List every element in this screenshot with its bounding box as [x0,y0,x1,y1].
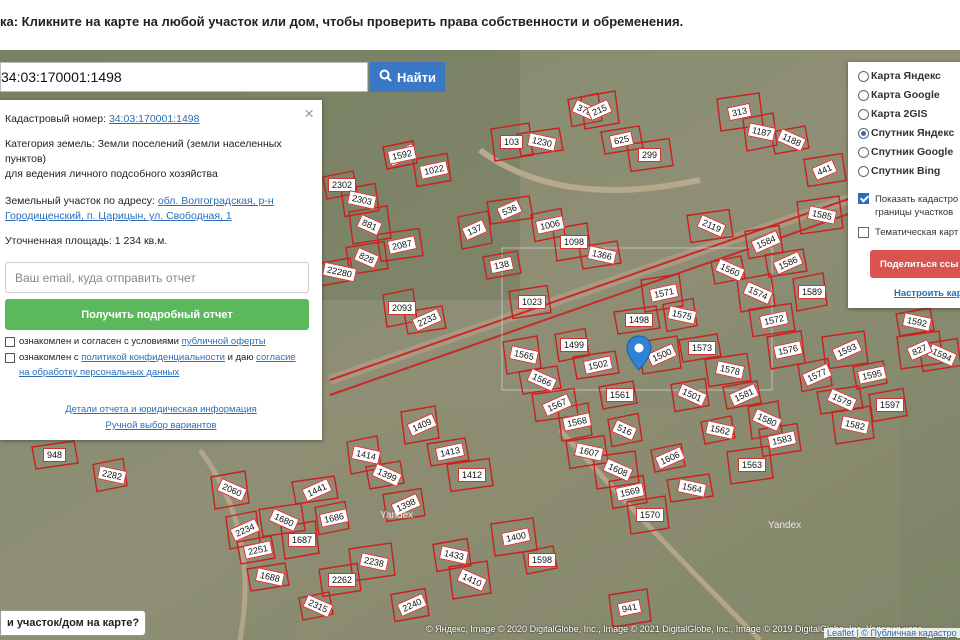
consent-text: ознакомлен с [19,352,79,363]
layer-label: Карта Google [871,89,940,101]
leaflet-link[interactable]: Leaflet | © Публичная кадастро [827,628,957,638]
data-processing-link[interactable]: на обработку персональных данных [19,367,179,378]
option-label: Тематическая карт [875,227,959,238]
layer-option-google-map[interactable]: Карта Google [858,89,940,101]
category-line: Категория земель: Земли поселений (земли… [5,138,282,150]
plot-number-label[interactable]: 1598 [528,553,557,567]
show-cadastre-toggle[interactable]: Показать кадастро границы участков [858,193,958,219]
offer-consent-label: ознакомлен и согласен с условиями публич… [19,334,266,349]
report-details-link[interactable]: Детали отчета и юридическая информация [65,404,257,415]
land-category: Категория земель: Земли поселений (земли… [5,137,282,182]
privacy-consent-label: ознакомлен с политикой конфиденциальност… [19,350,314,380]
plot-number-label[interactable]: 1597 [876,398,905,412]
plot-info-panel: × Кадастровый номер: 34:03:170001:1498 К… [0,100,322,440]
consent-text: и даю [227,352,254,363]
plot-number-label[interactable]: 1098 [560,235,589,249]
category-line: для ведения личного подсобного хозяйства [5,168,218,180]
plot-number-label[interactable]: 1498 [625,313,654,327]
radio-icon[interactable] [858,89,869,101]
cadastral-search-input[interactable] [0,62,368,92]
layer-label: Спутник Яндекс [871,127,955,139]
layer-option-yandex-satellite[interactable]: Спутник Яндекс [858,127,954,139]
yandex-watermark: Yandex [768,520,802,531]
leaflet-attribution: Leaflet | © Публичная кадастро [824,628,960,638]
checkbox-icon[interactable] [858,227,869,238]
close-icon[interactable]: × [304,104,314,124]
layer-option-2gis-map[interactable]: Карта 2GIS [858,108,927,120]
hint-text: ка: Кликните на карте на любой участок и… [0,14,684,29]
address-link[interactable]: обл. Волгоградская, р-н [158,195,274,207]
address-label: Земельный участок по адресу: [5,195,155,207]
layer-option-yandex-map[interactable]: Карта Яндекс [858,70,941,82]
layer-option-google-satellite[interactable]: Спутник Google [858,146,953,158]
radio-icon[interactable] [858,70,869,82]
layer-label: Карта 2GIS [871,108,928,120]
plot-number-label[interactable]: 1412 [458,468,487,482]
cadastral-number-row: Кадастровый номер: 34:03:170001:1498 [5,112,199,127]
plot-number-label[interactable]: 948 [43,448,67,462]
area-text: Уточненная площадь: 1 234 кв.м. [5,235,168,247]
plot-number-label[interactable]: 103 [500,135,524,149]
layer-option-bing-satellite[interactable]: Спутник Bing [858,165,940,177]
find-plot-question[interactable]: и участок/дом на карте? [0,610,147,636]
search-button-label: Найти [397,69,436,85]
plot-number-label[interactable]: 1561 [606,388,635,402]
details-link-row: Детали отчета и юридическая информация [0,404,322,415]
layer-label: Спутник Google [871,146,954,158]
radio-selected-icon[interactable] [858,127,869,139]
privacy-consent-checkbox[interactable] [5,353,15,363]
radio-icon[interactable] [858,165,869,177]
manual-selection-link[interactable]: Ручной выбор вариантов [106,420,217,431]
plot-number-label[interactable]: 1687 [288,533,317,547]
radio-icon[interactable] [858,108,869,120]
option-label: Показать кадастро [875,194,959,205]
offer-consent-checkbox[interactable] [5,337,15,347]
plot-number-label[interactable]: 1589 [798,285,827,299]
address-link[interactable]: Городищенский, п. Царицын, ул. Свободная… [5,209,274,224]
thematic-map-toggle[interactable]: Тематическая карт [858,227,958,238]
category-line: пунктов) [5,153,47,165]
plot-number-label[interactable]: 1573 [688,341,717,355]
search-bar: Найти [0,62,445,94]
manual-link-row: Ручной выбор вариантов [0,420,322,431]
plot-number-label[interactable]: 2093 [388,301,417,315]
layer-label: Спутник Bing [871,165,941,177]
plot-number-label[interactable]: 1570 [636,508,665,522]
share-link-button[interactable]: Поделиться ссы [870,250,960,278]
yandex-watermark: Yandex [380,510,414,521]
plot-number-label[interactable]: 2262 [328,573,357,587]
privacy-policy-link[interactable]: политикой конфиденциальности [81,352,225,363]
plot-number-label[interactable]: 1023 [518,295,547,309]
search-button[interactable]: Найти [370,62,445,92]
cadastral-label: Кадастровый номер: [5,113,107,125]
public-offer-link[interactable]: публичной оферты [182,336,266,347]
plot-number-label[interactable]: 1563 [738,458,767,472]
top-hint-bar: ка: Кликните на карте на любой участок и… [0,0,960,50]
search-icon [379,69,392,85]
option-label: границы участков [875,207,954,218]
get-report-button[interactable]: Получить подробный отчет [5,299,309,330]
map-layers-panel: Карта Яндекс Карта Google Карта 2GIS Спу… [848,62,960,308]
plot-number-label[interactable]: 1499 [560,338,589,352]
address-row: Земельный участок по адресу: обл. Волгог… [5,194,274,224]
layer-label: Карта Яндекс [871,70,941,82]
cadastral-number-link[interactable]: 34:03:170001:1498 [109,113,200,125]
configure-map-link[interactable]: Настроить карт [894,288,960,299]
consent-link[interactable]: согласие [256,352,296,363]
radio-icon[interactable] [858,146,869,158]
email-field[interactable] [5,262,309,293]
checkbox-checked-icon[interactable] [858,193,869,204]
plot-number-label[interactable]: 299 [638,148,662,162]
consent-text: ознакомлен и согласен с условиями [19,336,179,347]
